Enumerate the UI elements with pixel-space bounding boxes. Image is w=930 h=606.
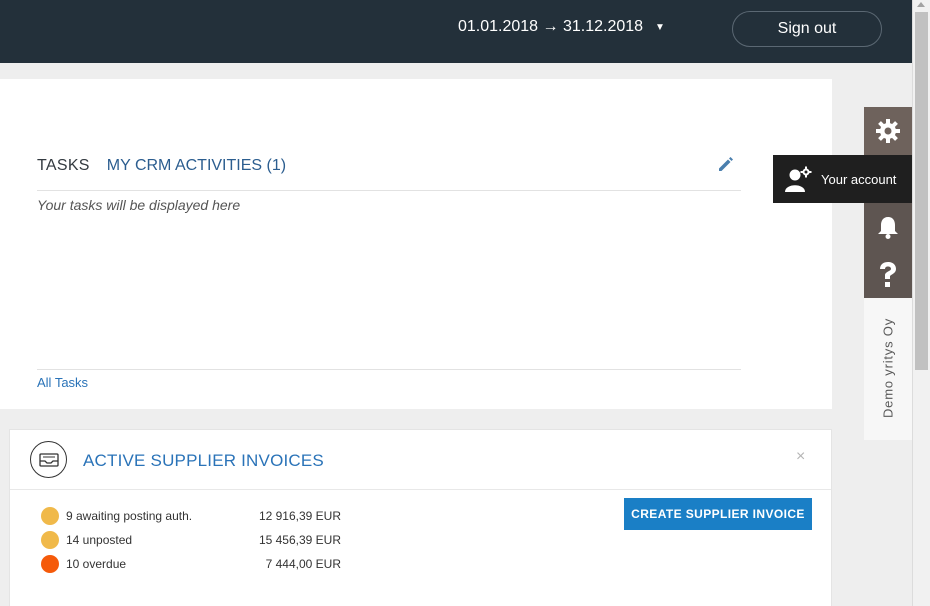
user-settings-icon — [785, 166, 812, 192]
inbox-icon — [30, 441, 67, 478]
tab-my-crm-activities[interactable]: MY CRM ACTIVITIES (1) — [107, 157, 286, 175]
chevron-down-icon: ▼ — [655, 21, 665, 33]
notifications-button[interactable] — [864, 203, 912, 251]
side-panel — [864, 107, 912, 299]
status-dot-icon — [41, 555, 59, 573]
status-dot-icon — [41, 531, 59, 549]
divider — [37, 369, 741, 370]
tasks-card: TASKS MY CRM ACTIVITIES (1) Your tasks w… — [0, 79, 832, 409]
page-scrollbar[interactable] — [912, 0, 930, 606]
date-range-text: 01.01.2018 → 31.12.2018 — [458, 18, 644, 35]
tooltip-text: Your account — [821, 171, 897, 187]
top-bar: 01.01.2018 → 31.12.2018 ▼ Sign out — [0, 0, 912, 63]
invoice-status-label: 10 overdue — [66, 557, 127, 571]
invoice-status-amount: 7 444,00 EUR — [265, 557, 341, 571]
invoice-status-amount: 12 916,39 EUR — [258, 509, 341, 523]
supplier-invoices-title[interactable]: ACTIVE SUPPLIER INVOICES — [83, 451, 324, 471]
question-icon — [880, 262, 896, 287]
company-selector[interactable]: Demo yritys Oy — [864, 298, 912, 440]
sign-out-button[interactable]: Sign out — [732, 11, 882, 47]
tasks-header: TASKS MY CRM ACTIVITIES (1) — [37, 157, 286, 175]
scroll-up-arrow-icon[interactable] — [917, 2, 925, 7]
invoice-status-label: 14 unposted — [66, 533, 133, 547]
invoice-status-label: 9 awaiting posting auth. — [66, 509, 193, 523]
invoice-status-row[interactable]: 9 awaiting posting auth. 12 916,39 EUR — [41, 506, 341, 526]
pencil-icon[interactable] — [716, 154, 736, 174]
bell-icon — [878, 217, 898, 239]
tasks-title[interactable]: TASKS — [37, 157, 90, 175]
company-name: Demo yritys Oy — [880, 317, 896, 419]
date-range-selector[interactable]: 01.01.2018 → 31.12.2018 ▼ — [458, 18, 665, 36]
settings-button[interactable] — [864, 107, 912, 155]
invoice-status-amount: 15 456,39 EUR — [258, 533, 341, 547]
close-icon[interactable]: × — [796, 448, 805, 466]
gear-icon — [876, 119, 900, 143]
create-supplier-invoice-button[interactable]: CREATE SUPPLIER INVOICE — [624, 498, 812, 530]
invoice-status-row[interactable]: 10 overdue 7 444,00 EUR — [41, 554, 341, 574]
scroll-thumb[interactable] — [915, 12, 928, 370]
divider — [37, 190, 741, 191]
divider — [10, 489, 831, 490]
tasks-empty-message: Your tasks will be displayed here — [37, 197, 241, 213]
help-button[interactable] — [864, 251, 912, 299]
status-dot-icon — [41, 507, 59, 525]
all-tasks-link[interactable]: All Tasks — [37, 375, 88, 390]
your-account-tooltip: Your account — [773, 155, 912, 203]
invoice-status-row[interactable]: 14 unposted 15 456,39 EUR — [41, 530, 341, 550]
supplier-invoices-card: ACTIVE SUPPLIER INVOICES × 9 awaiting po… — [9, 429, 832, 606]
